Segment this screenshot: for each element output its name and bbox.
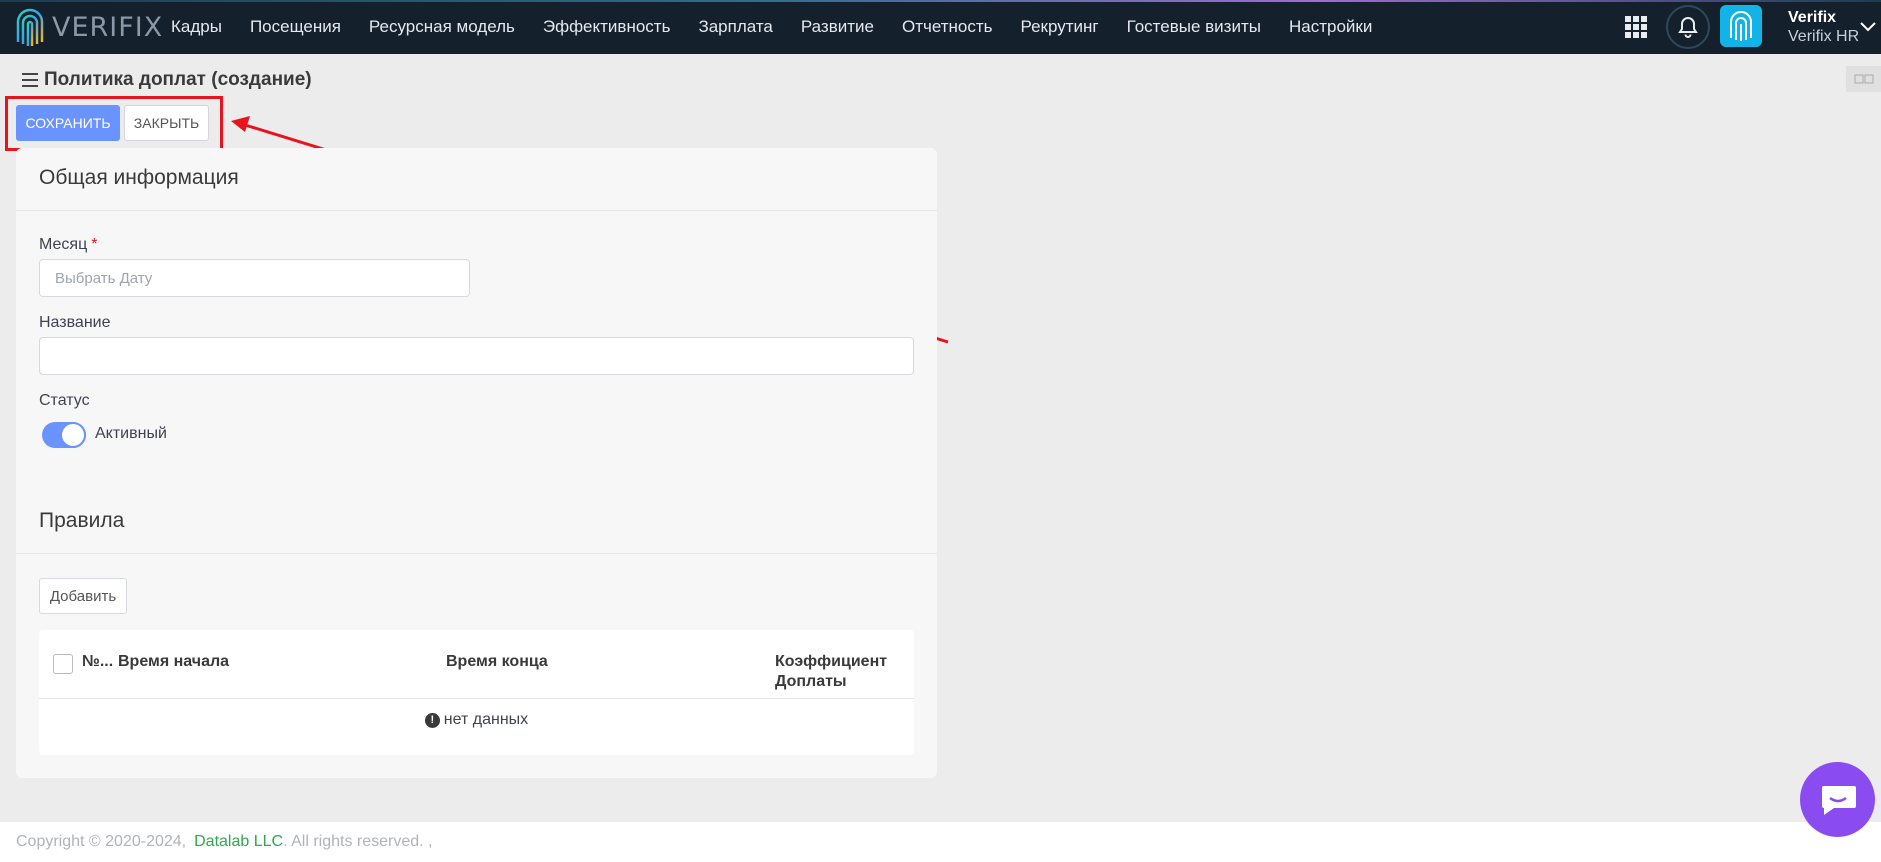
month-label: Месяц * bbox=[39, 236, 97, 254]
status-label: Статус bbox=[39, 392, 90, 409]
user-organization: Verifix HR bbox=[1788, 28, 1860, 45]
main-nav: Кадры Посещения Ресурсная модель Эффекти… bbox=[171, 0, 1400, 54]
month-label-text: Месяц bbox=[39, 236, 88, 253]
status-value: Активный bbox=[95, 425, 167, 442]
avatar[interactable] bbox=[1720, 5, 1762, 47]
nav-item-nastroyki[interactable]: Настройки bbox=[1289, 17, 1372, 37]
verifix-logo[interactable]: VERIFIX bbox=[14, 6, 163, 48]
rules-table: №... Время начала Время конца Коэффициен… bbox=[39, 630, 914, 755]
company-link[interactable]: Datalab LLC bbox=[194, 833, 283, 851]
nav-item-effektivnost[interactable]: Эффективность bbox=[543, 17, 671, 37]
user-name: Verifix bbox=[1788, 9, 1837, 26]
section-divider bbox=[16, 553, 937, 554]
translate-icon bbox=[1854, 74, 1873, 84]
toggle-knob bbox=[60, 422, 86, 448]
table-header-divider bbox=[39, 698, 914, 699]
coefficient-header-line1: Коэффициент bbox=[775, 653, 888, 670]
apps-grid-icon[interactable] bbox=[1625, 16, 1647, 38]
side-panel-toggle[interactable] bbox=[1846, 66, 1881, 92]
nav-item-resursnaya-model[interactable]: Ресурсная модель bbox=[369, 17, 515, 37]
logo-text: VERIFIX bbox=[52, 11, 164, 43]
empty-state-text: нет данных bbox=[443, 711, 529, 728]
empty-state: ! нет данных bbox=[39, 711, 914, 729]
chevron-down-icon[interactable] bbox=[1860, 22, 1876, 32]
chat-icon bbox=[1821, 785, 1856, 815]
fingerprint-logo-icon bbox=[16, 8, 44, 46]
nav-item-gostevye-vizity[interactable]: Гостевые визиты bbox=[1127, 17, 1261, 37]
nav-item-zarplata[interactable]: Зарплата bbox=[698, 17, 772, 37]
month-date-input[interactable] bbox=[39, 259, 470, 297]
general-info-title: Общая информация bbox=[39, 166, 239, 189]
fingerprint-icon bbox=[1730, 11, 1752, 41]
copyright-text: Copyright © 2020-2024, bbox=[16, 833, 187, 850]
column-header-end-time[interactable]: Время конца bbox=[446, 652, 548, 672]
exclamation-icon: ! bbox=[424, 712, 440, 728]
top-navigation-bar: VERIFIX Кадры Посещения Ресурсная модель… bbox=[0, 0, 1881, 54]
nav-item-poseshcheniya[interactable]: Посещения bbox=[250, 17, 341, 37]
add-rule-button[interactable]: Добавить bbox=[39, 578, 127, 614]
coefficient-header-line2: Доплаты bbox=[775, 673, 847, 690]
required-mark: * bbox=[91, 236, 98, 253]
nav-item-kadry[interactable]: Кадры bbox=[171, 17, 222, 37]
annotation-highlight-box bbox=[5, 96, 223, 151]
rules-title: Правила bbox=[39, 509, 125, 532]
nav-item-rekruting[interactable]: Рекрутинг bbox=[1021, 17, 1099, 37]
status-toggle[interactable] bbox=[42, 422, 86, 448]
column-header-start-time[interactable]: Время начала bbox=[118, 652, 229, 672]
hamburger-menu-icon[interactable] bbox=[22, 73, 38, 87]
column-header-number[interactable]: №... bbox=[82, 652, 113, 672]
section-divider bbox=[16, 210, 937, 211]
chat-button[interactable] bbox=[1800, 762, 1875, 837]
nav-item-otchetnost[interactable]: Отчетность bbox=[902, 17, 993, 37]
user-menu[interactable]: Verifix Verifix HR bbox=[1788, 8, 1859, 46]
page-title: Политика доплат (создание) bbox=[22, 69, 312, 91]
bell-icon bbox=[1678, 16, 1698, 38]
form-card: Общая информация Месяц* Название Статус … bbox=[16, 148, 937, 778]
name-label: Название bbox=[39, 314, 111, 331]
footer: Copyright © 2020-2024, Datalab LLC . All… bbox=[0, 822, 1881, 862]
nav-item-razvitie[interactable]: Развитие bbox=[801, 17, 874, 37]
rights-text: . All rights reserved. , bbox=[283, 833, 433, 850]
column-header-coefficient[interactable]: Коэффициент Доплаты bbox=[775, 652, 887, 692]
notifications-button[interactable] bbox=[1666, 5, 1710, 49]
page-title-text: Политика доплат (создание) bbox=[44, 69, 312, 90]
select-all-checkbox[interactable] bbox=[53, 654, 73, 674]
name-input[interactable] bbox=[39, 337, 914, 375]
